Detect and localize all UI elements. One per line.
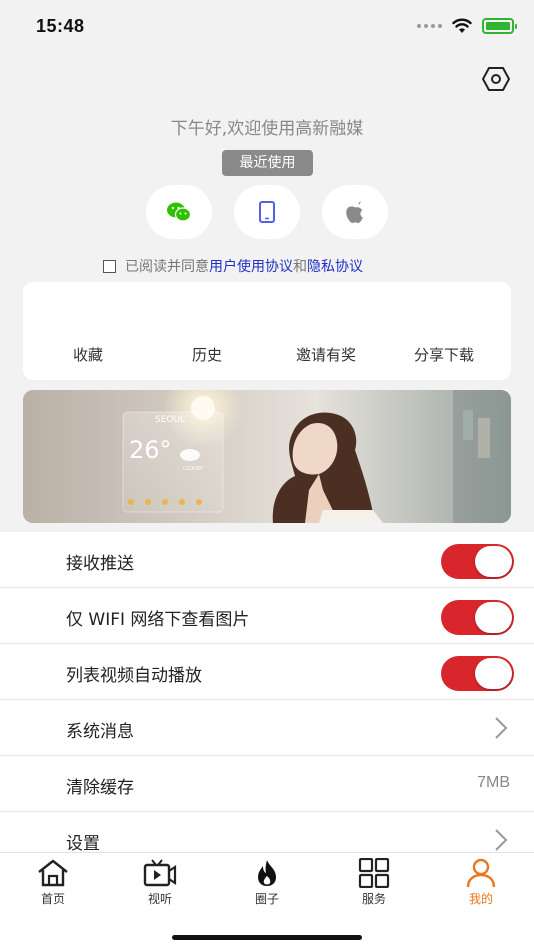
setting-row-settings[interactable]: 设置 xyxy=(0,812,534,852)
status-icons xyxy=(417,18,517,34)
wifi-images-toggle[interactable] xyxy=(441,600,514,635)
tab-label: 视听 xyxy=(147,892,172,906)
tab-services[interactable]: 服务 xyxy=(339,858,409,907)
battery-icon xyxy=(482,18,517,34)
chevron-right-icon xyxy=(495,829,508,851)
tab-label: 圈子 xyxy=(254,892,279,906)
quick-actions-card: 收藏 历史 邀请有奖 分享下载 xyxy=(23,282,511,380)
home-icon xyxy=(38,859,68,887)
grid-icon xyxy=(358,858,390,888)
chevron-right-icon xyxy=(495,717,508,739)
push-toggle[interactable] xyxy=(441,544,514,579)
phone-login-button[interactable] xyxy=(234,185,300,239)
greeting-text: 下午好,欢迎使用高新融媒 xyxy=(170,119,364,139)
wechat-login-button[interactable] xyxy=(146,185,212,239)
signal-icon xyxy=(417,24,442,28)
home-indicator xyxy=(172,935,362,940)
user-agreement-link[interactable]: 用户使用协议 xyxy=(209,256,293,276)
tab-label: 首页 xyxy=(40,892,65,906)
setting-row-autoplay[interactable]: 列表视频自动播放 xyxy=(0,644,534,700)
quick-action-history[interactable]: 历史 xyxy=(146,344,268,365)
tab-video[interactable]: 视听 xyxy=(125,858,195,907)
apple-icon xyxy=(346,201,363,223)
banner-image: SEOUL 26° CLOUDY xyxy=(23,390,511,523)
recent-used-badge: 最近使用 xyxy=(222,150,313,176)
setting-label: 接收推送 xyxy=(66,554,134,574)
banner-city: SEOUL xyxy=(155,415,185,425)
setting-label: 仅 WIFI 网络下查看图片 xyxy=(66,610,250,630)
setting-label: 列表视频自动播放 xyxy=(66,666,202,686)
tab-mine[interactable]: 我的 xyxy=(446,858,516,907)
agreement-row: 已阅读并同意 用户使用协议 和 隐私协议 xyxy=(103,256,363,276)
agreement-checkbox[interactable] xyxy=(103,259,116,273)
setting-row-clear-cache[interactable]: 清除缓存 7MB xyxy=(0,756,534,812)
cache-size-value: 7MB xyxy=(477,774,510,791)
setting-label: 清除缓存 xyxy=(66,778,134,798)
quick-action-share[interactable]: 分享下载 xyxy=(383,344,505,365)
promo-banner[interactable]: SEOUL 26° CLOUDY xyxy=(23,390,511,523)
setting-row-push[interactable]: 接收推送 xyxy=(0,532,534,588)
settings-list: 接收推送 仅 WIFI 网络下查看图片 列表视频自动播放 系统消息 清除缓存 7… xyxy=(0,532,534,852)
tab-label: 我的 xyxy=(468,892,493,906)
setting-row-wifi-images[interactable]: 仅 WIFI 网络下查看图片 xyxy=(0,588,534,644)
setting-label: 系统消息 xyxy=(66,722,134,742)
tab-home[interactable]: 首页 xyxy=(18,858,88,907)
setting-label: 设置 xyxy=(66,834,100,852)
banner-temperature: 26° xyxy=(129,436,172,464)
wechat-icon xyxy=(167,202,191,222)
user-icon xyxy=(466,858,496,888)
banner-condition: CLOUDY xyxy=(183,466,204,472)
quick-action-invite[interactable]: 邀请有奖 xyxy=(265,344,387,365)
flame-icon xyxy=(258,860,276,886)
settings-icon[interactable] xyxy=(482,66,510,92)
video-icon xyxy=(143,859,177,887)
autoplay-toggle[interactable] xyxy=(441,656,514,691)
setting-row-system-messages[interactable]: 系统消息 xyxy=(0,700,534,756)
agreement-prefix: 已阅读并同意 xyxy=(125,259,209,275)
status-bar: 15:48 xyxy=(0,0,534,54)
status-time: 15:48 xyxy=(36,16,85,36)
tab-label: 服务 xyxy=(361,892,386,906)
phone-icon xyxy=(259,201,275,223)
privacy-policy-link[interactable]: 隐私协议 xyxy=(307,256,363,276)
quick-action-favorites[interactable]: 收藏 xyxy=(27,344,149,365)
agreement-and: 和 xyxy=(293,259,307,275)
apple-login-button[interactable] xyxy=(322,185,388,239)
wifi-icon xyxy=(452,18,472,33)
tab-circle[interactable]: 圈子 xyxy=(232,858,302,907)
